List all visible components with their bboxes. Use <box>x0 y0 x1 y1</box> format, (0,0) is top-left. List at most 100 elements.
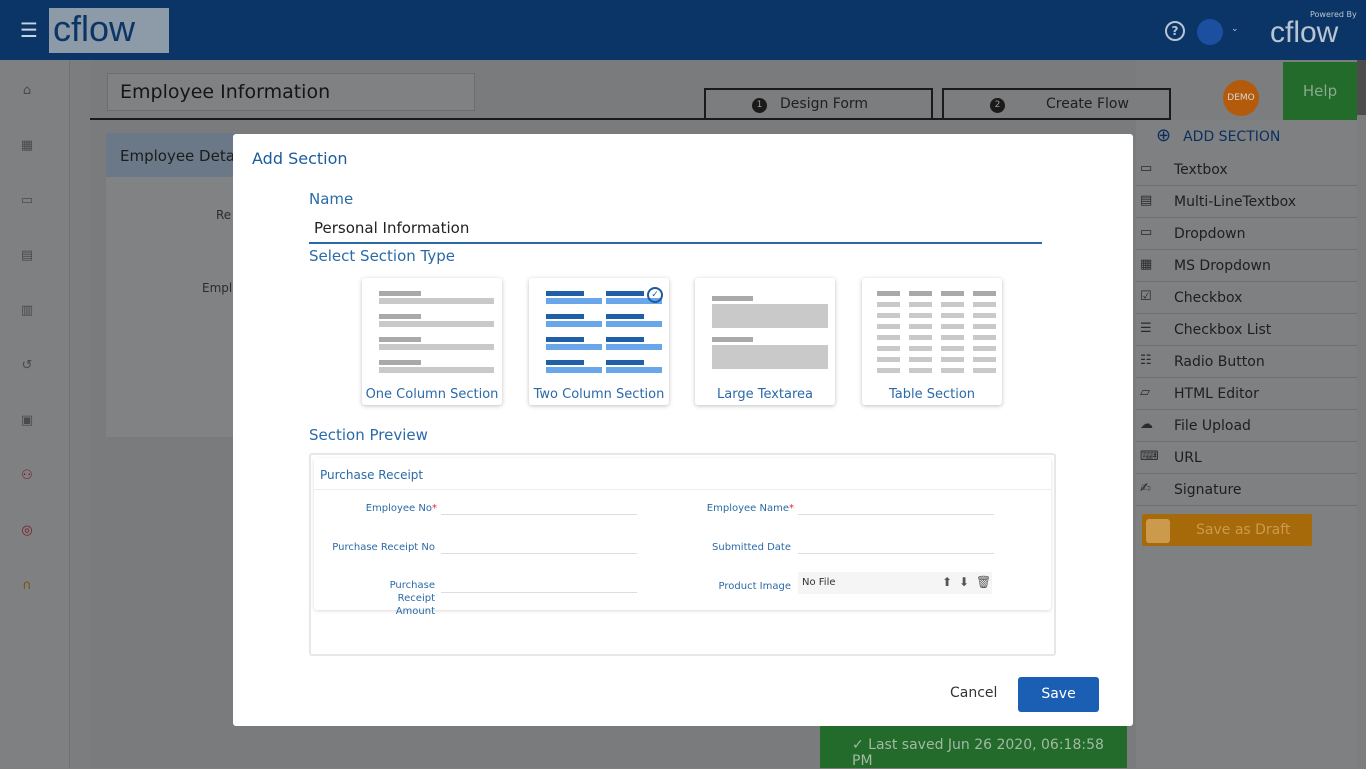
thumbnail-bar <box>606 360 644 365</box>
tab-divider <box>90 118 1170 120</box>
field-item-dropdown[interactable]: ▭ Dropdown <box>1136 218 1357 250</box>
field-item-file-upload[interactable]: ☁ File Upload <box>1136 410 1357 442</box>
powered-by-logo: cflow <box>1270 16 1339 49</box>
thumbnail-bar <box>941 291 964 296</box>
home-icon[interactable]: ⌂ <box>19 84 35 98</box>
thumbnail-bar <box>712 337 753 342</box>
thumbnail-bar <box>379 344 494 350</box>
download-icon[interactable]: ⬇ <box>959 575 969 589</box>
thumbnail-bar <box>877 302 900 307</box>
field-item-checkbox-list[interactable]: ☰ Checkbox List <box>1136 314 1357 346</box>
thumbnail-bar <box>973 346 996 351</box>
field-item-url[interactable]: ⌨ URL <box>1136 442 1357 474</box>
thumbnail-bar <box>973 324 996 329</box>
scrollbar[interactable] <box>1357 60 1366 768</box>
workflow-icon[interactable]: ⚇ <box>19 469 35 483</box>
ms-dropdown-icon: ▦ <box>1140 257 1153 272</box>
employee-no-field[interactable] <box>441 514 637 515</box>
thumbnail-bar <box>379 314 421 319</box>
thumbnail-bar <box>909 313 932 318</box>
calendar-icon[interactable]: ▭ <box>19 194 35 208</box>
upload-icon[interactable]: ⬆ <box>942 575 952 589</box>
save-button[interactable]: Save <box>1018 677 1099 712</box>
thumbnail-bar <box>546 291 584 296</box>
name-label: Name <box>309 190 354 208</box>
settings-icon[interactable]: ◎ <box>19 524 35 538</box>
tab-label: Design Form <box>780 96 869 112</box>
tab-create-flow[interactable]: 2 Create Flow <box>942 88 1171 120</box>
help-button[interactable]: Help <box>1283 62 1357 120</box>
thumbnail-bar <box>712 345 828 369</box>
thumbnail-bar <box>877 346 900 351</box>
html-editor-icon: ▱ <box>1140 385 1150 400</box>
thumbnail-bar <box>909 357 932 362</box>
thumbnail-bar <box>606 321 662 327</box>
hamburger-menu-icon[interactable]: ☰ <box>20 18 38 42</box>
apps-grid-icon[interactable]: ▦ <box>19 139 35 153</box>
item-label: HTML Editor <box>1174 386 1259 402</box>
field-item-checkbox[interactable]: ☑ Checkbox <box>1136 282 1357 314</box>
receipt-no-field[interactable] <box>441 553 637 554</box>
field-item-textbox[interactable]: ▭ Textbox <box>1136 154 1357 186</box>
file-value: No File <box>802 577 836 588</box>
section-type-table-section[interactable]: Table Section <box>862 278 1002 405</box>
help-question-icon[interactable]: ? <box>1165 21 1185 41</box>
receipt-amount-field[interactable] <box>441 592 637 593</box>
item-label: Dropdown <box>1174 226 1246 242</box>
save-as-draft-button[interactable]: Save as Draft <box>1142 514 1312 546</box>
history-icon[interactable]: ↺ <box>19 359 35 373</box>
field-item-ms-dropdown[interactable]: ▦ MS Dropdown <box>1136 250 1357 282</box>
section-type-label: Table Section <box>888 387 976 402</box>
thumbnail-bar <box>606 344 662 350</box>
section-type-two-column-section[interactable]: ✓ Two Column Section <box>529 278 669 405</box>
textbox-icon: ▭ <box>1140 161 1153 176</box>
signature-icon: ✍ <box>1140 481 1151 496</box>
thumbnail-bar <box>546 344 602 350</box>
thumbnail-bar <box>546 321 602 327</box>
field-label: Empl <box>202 281 233 295</box>
trash-icon[interactable]: 🗑 <box>976 575 991 589</box>
field-label-submitted-date: Submitted Date <box>712 542 791 553</box>
cancel-button[interactable]: Cancel <box>950 685 997 701</box>
user-avatar[interactable] <box>1197 19 1223 45</box>
section-type-large-textarea[interactable]: Large Textarea <box>695 278 835 405</box>
section-type-one-column-section[interactable]: One Column Section <box>362 278 502 405</box>
support-headset-icon[interactable]: ∩ <box>19 579 35 593</box>
item-label: Checkbox List <box>1174 322 1272 338</box>
chevron-down-icon[interactable]: ⌄ <box>1231 24 1239 34</box>
inbox-icon[interactable]: ▤ <box>19 249 35 263</box>
product-image-file-field[interactable]: No File ⬆ ⬇ 🗑 <box>798 572 992 594</box>
field-item-multi-linetextbox[interactable]: ▤ Multi-LineTextbox <box>1136 186 1357 218</box>
report-icon[interactable]: ▣ <box>19 414 35 428</box>
thumbnail-bar <box>379 367 494 373</box>
cflow-logo[interactable]: cflow <box>49 8 169 53</box>
preview-card: Purchase Receipt Employee No* Employee N… <box>314 458 1051 617</box>
field-item-signature[interactable]: ✍ Signature <box>1136 474 1357 506</box>
form-title-input[interactable]: Employee Information <box>107 73 475 111</box>
thumbnail-bar <box>712 296 753 301</box>
scrollbar-thumb[interactable] <box>1357 60 1366 115</box>
document-icon[interactable]: ▥ <box>19 304 35 318</box>
tab-design-form[interactable]: 1 Design Form <box>704 88 933 120</box>
label-text: Employee Name <box>706 503 789 514</box>
thumbnail-bar <box>379 337 421 342</box>
field-item-radio-button[interactable]: ☷ Radio Button <box>1136 346 1357 378</box>
field-item-html-editor[interactable]: ▱ HTML Editor <box>1136 378 1357 410</box>
section-type-label: Two Column Section <box>533 387 665 402</box>
thumbnail-bar <box>606 337 644 342</box>
add-section-button[interactable]: ⊕ ADD SECTION <box>1156 125 1280 146</box>
thumbnail-bar <box>973 368 996 373</box>
employee-details-section: Employee Details Re Empl <box>106 133 236 437</box>
thumbnail-bar <box>379 360 421 365</box>
item-label: Multi-LineTextbox <box>1174 194 1297 210</box>
employee-name-field[interactable] <box>798 514 994 515</box>
item-label: Checkbox <box>1174 290 1243 306</box>
top-header: ☰ cflow ? ⌄ Powered By cflow <box>0 0 1366 60</box>
thumbnail-bar <box>379 321 494 327</box>
item-label: URL <box>1174 450 1202 466</box>
submitted-date-field[interactable] <box>798 553 994 554</box>
thumbnail-bar <box>941 368 964 373</box>
section-name-input[interactable] <box>309 214 1042 244</box>
step-number: 1 <box>752 98 767 113</box>
thumbnail-bar <box>941 357 964 362</box>
